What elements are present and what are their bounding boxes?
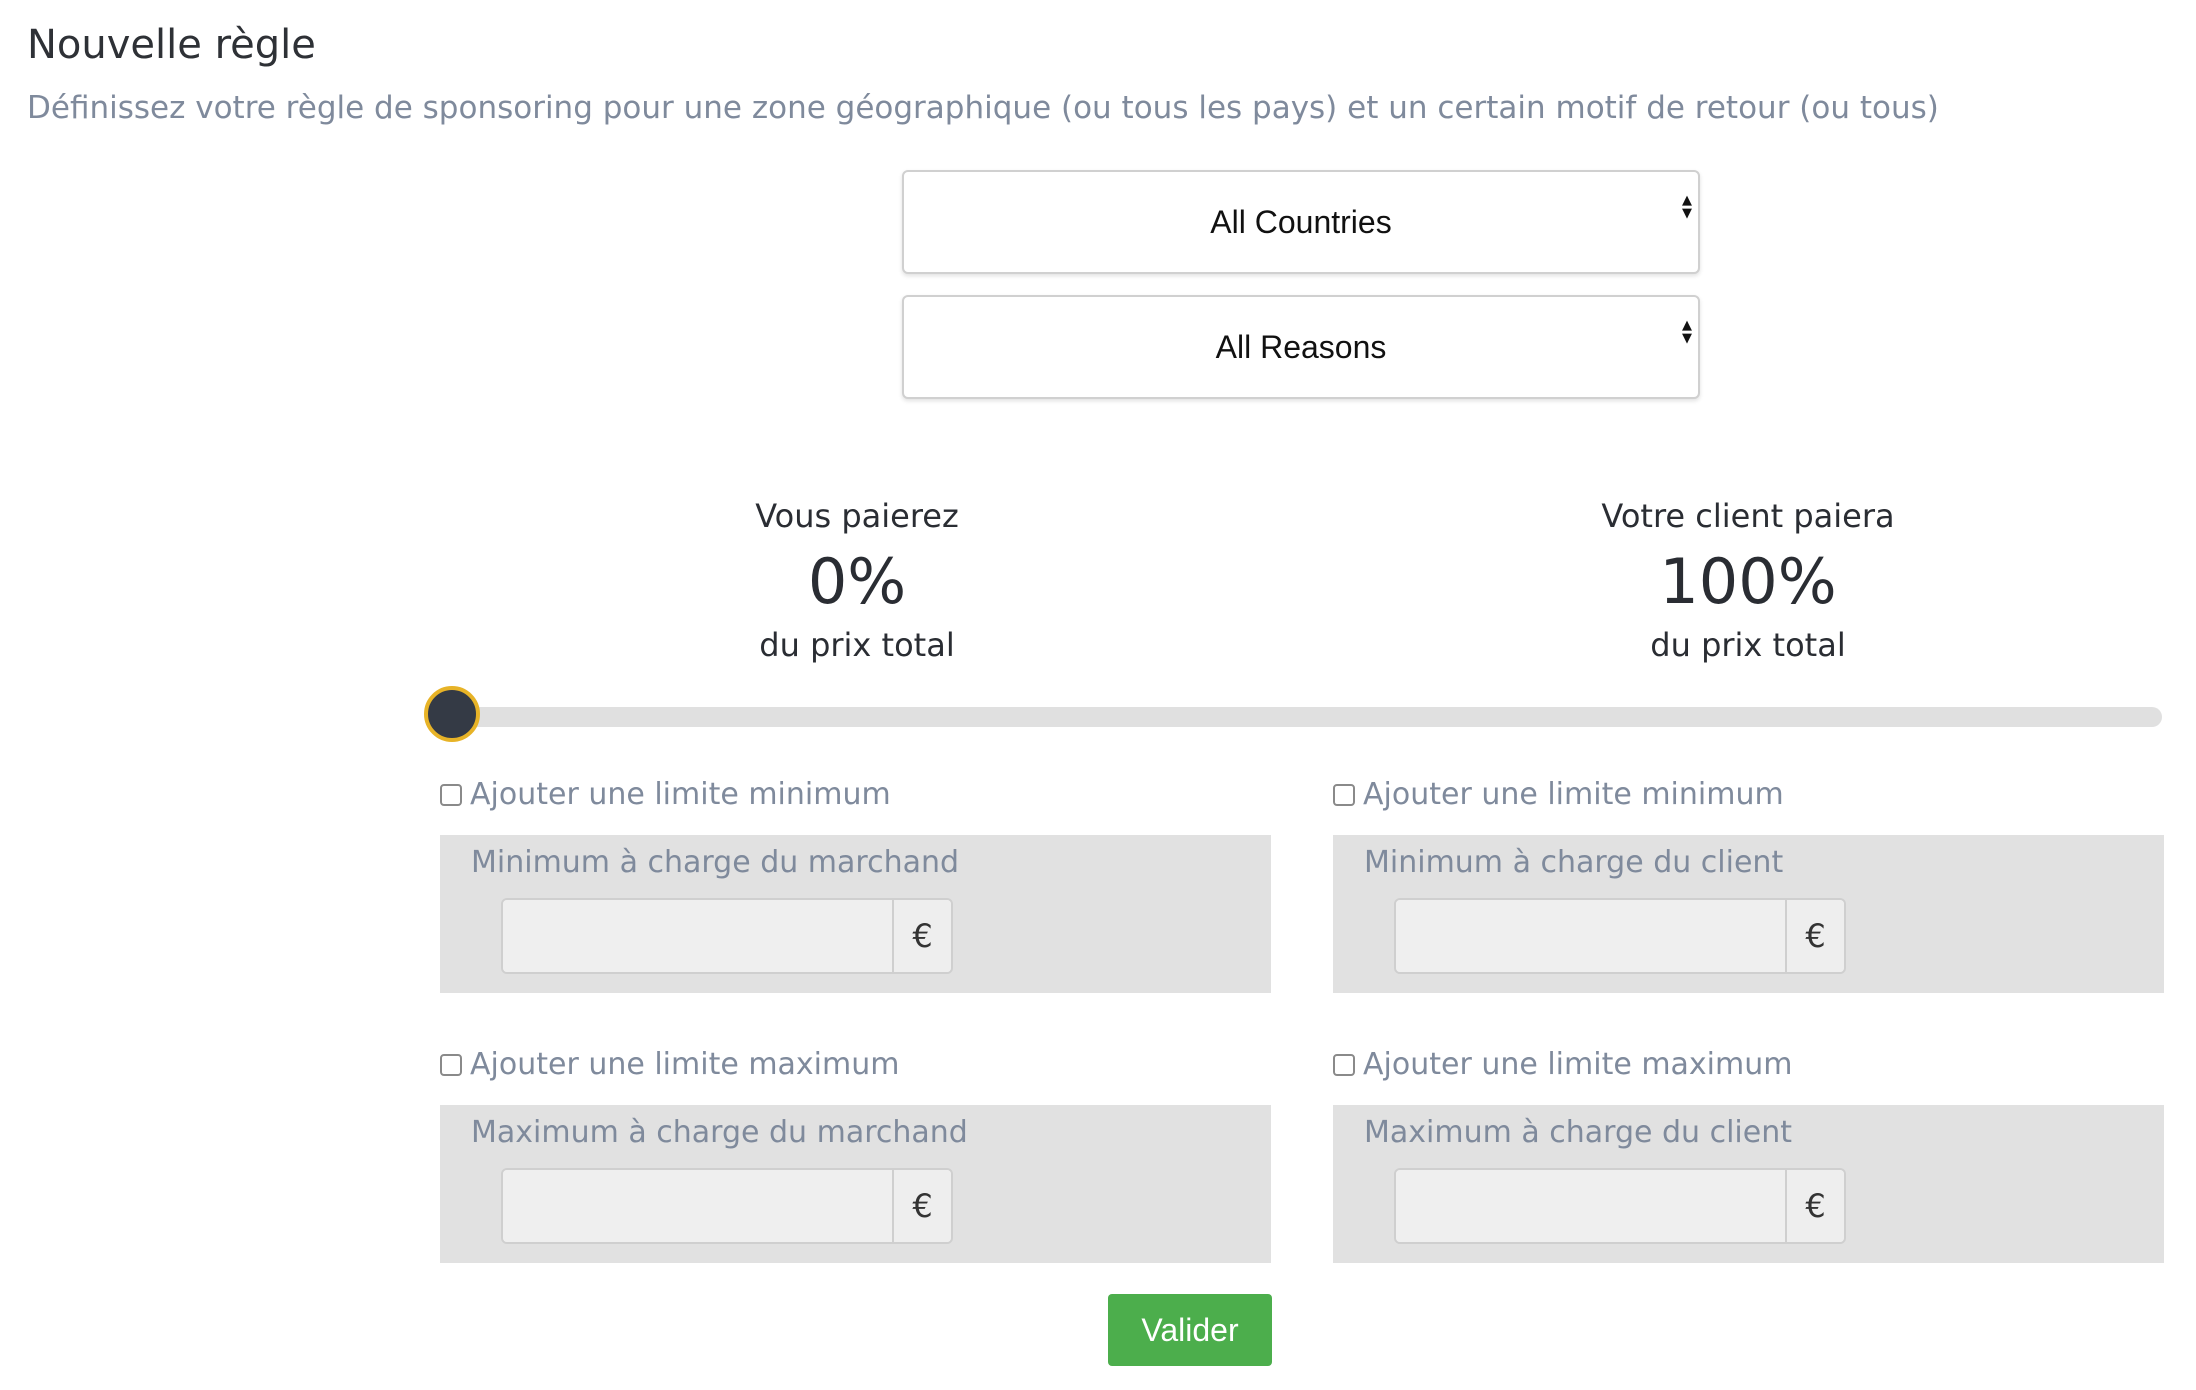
client-max-checkbox-label: Ajouter une limite maximum xyxy=(1363,1047,1793,1082)
merchant-max-checkbox[interactable] xyxy=(440,1053,462,1076)
merchant-min-input[interactable] xyxy=(503,900,892,972)
reason-select[interactable]: All Reasons ▲ ▼ xyxy=(902,295,1700,399)
reason-select-value: All Reasons xyxy=(1215,328,1387,365)
merchant-min-input-group: € xyxy=(501,898,953,974)
merchant-max-panel: Maximum à charge du marchand € xyxy=(440,1105,1271,1263)
page-subtitle: Définissez votre règle de sponsoring pou… xyxy=(27,90,1939,126)
client-share-label: Votre client paiera xyxy=(1601,497,1895,535)
merchant-share: Vous paierez 0% du prix total xyxy=(557,497,1157,664)
country-select-value: All Countries xyxy=(1210,203,1392,240)
merchant-max-input[interactable] xyxy=(503,1170,892,1242)
client-max-panel-label: Maximum à charge du client xyxy=(1364,1115,1792,1150)
euro-icon: € xyxy=(1785,1170,1844,1242)
merchant-max-input-group: € xyxy=(501,1168,953,1244)
merchant-min-panel: Minimum à charge du marchand € xyxy=(440,835,1271,993)
merchant-share-percent: 0% xyxy=(807,545,907,618)
euro-icon: € xyxy=(892,1170,951,1242)
split-slider-track[interactable] xyxy=(450,707,2162,727)
client-min-panel: Minimum à charge du client € xyxy=(1333,835,2164,993)
client-min-checkbox[interactable] xyxy=(1333,783,1355,806)
submit-button[interactable]: Valider xyxy=(1108,1294,1272,1366)
page-title: Nouvelle règle xyxy=(27,22,316,68)
merchant-min-toggle[interactable]: Ajouter une limite minimum xyxy=(440,777,891,812)
client-min-input[interactable] xyxy=(1396,900,1785,972)
merchant-max-panel-label: Maximum à charge du marchand xyxy=(471,1115,968,1150)
client-max-panel: Maximum à charge du client € xyxy=(1333,1105,2164,1263)
euro-icon: € xyxy=(1785,900,1844,972)
merchant-min-checkbox[interactable] xyxy=(440,783,462,806)
split-slider-thumb[interactable] xyxy=(424,686,480,742)
client-min-checkbox-label: Ajouter une limite minimum xyxy=(1363,777,1784,812)
client-min-input-group: € xyxy=(1394,898,1846,974)
client-share-sub: du prix total xyxy=(1650,626,1846,664)
client-max-checkbox[interactable] xyxy=(1333,1053,1355,1076)
merchant-max-toggle[interactable]: Ajouter une limite maximum xyxy=(440,1047,899,1082)
client-min-panel-label: Minimum à charge du client xyxy=(1364,845,1784,880)
client-min-toggle[interactable]: Ajouter une limite minimum xyxy=(1333,777,1784,812)
client-max-toggle[interactable]: Ajouter une limite maximum xyxy=(1333,1047,1792,1082)
merchant-share-sub: du prix total xyxy=(759,626,955,664)
select-arrows-icon: ▲ ▼ xyxy=(1682,193,1692,221)
merchant-max-checkbox-label: Ajouter une limite maximum xyxy=(470,1047,900,1082)
merchant-min-panel-label: Minimum à charge du marchand xyxy=(471,845,960,880)
merchant-min-checkbox-label: Ajouter une limite minimum xyxy=(470,777,891,812)
client-max-input[interactable] xyxy=(1396,1170,1785,1242)
client-max-input-group: € xyxy=(1394,1168,1846,1244)
merchant-share-label: Vous paierez xyxy=(755,497,959,535)
client-share: Votre client paiera 100% du prix total xyxy=(1448,497,2048,664)
country-select[interactable]: All Countries ▲ ▼ xyxy=(902,170,1700,274)
client-share-percent: 100% xyxy=(1659,545,1837,618)
select-arrows-icon: ▲ ▼ xyxy=(1682,318,1692,346)
euro-icon: € xyxy=(892,900,951,972)
